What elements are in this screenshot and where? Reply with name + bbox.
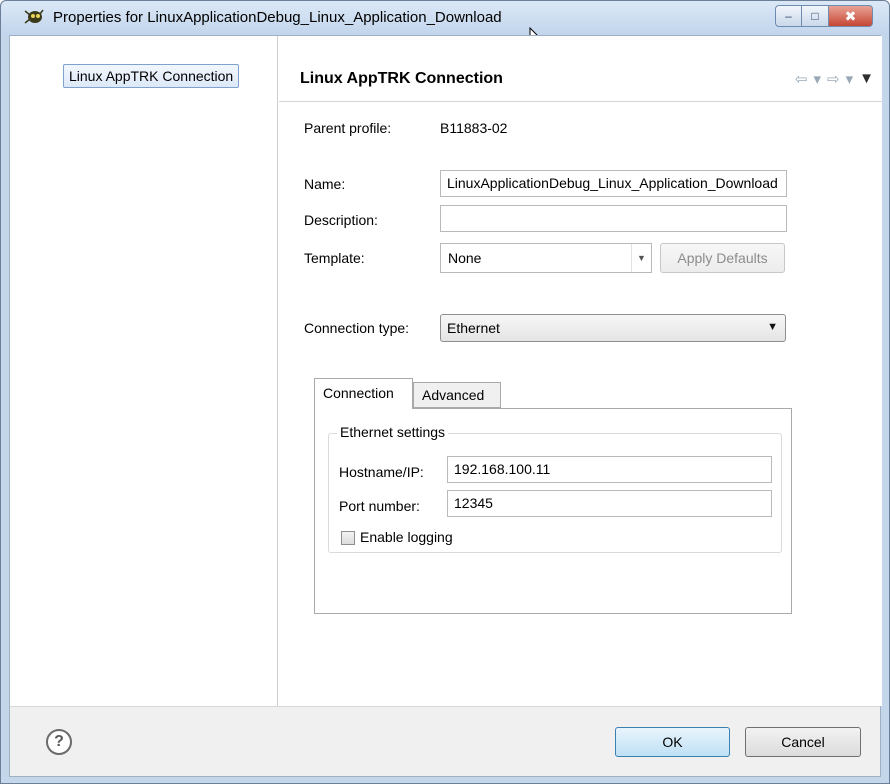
page-title: Linux AppTRK Connection — [300, 70, 503, 87]
nav-item-label: Linux AppTRK Connection — [69, 68, 234, 84]
property-page: Linux AppTRK Connection ⇦ ▾ ⇨ ▾ ▼ Parent… — [279, 36, 882, 706]
properties-dialog: Properties for LinuxApplicationDebug_Lin… — [0, 0, 890, 784]
button-bar: ? OK Cancel — [10, 706, 880, 776]
connection-type-select[interactable]: Ethernet ▼ — [440, 314, 786, 342]
history-controls: ⇦ ▾ ⇨ ▾ ▼ — [795, 70, 874, 88]
view-menu-icon[interactable]: ▼ — [859, 70, 874, 88]
ok-button[interactable]: OK — [615, 727, 730, 757]
page-header: Linux AppTRK Connection ⇦ ▾ ⇨ ▾ ▼ — [279, 56, 882, 102]
maximize-button[interactable]: □ — [802, 5, 829, 27]
description-input[interactable] — [440, 205, 787, 232]
connection-tab-panel: Ethernet settings Hostname/IP: 192.168.1… — [314, 408, 792, 614]
title-bar[interactable]: Properties for LinuxApplicationDebug_Lin… — [1, 1, 889, 48]
connection-type-label: Connection type: — [304, 320, 410, 336]
window-title: Properties for LinuxApplicationDebug_Lin… — [53, 9, 502, 26]
help-icon[interactable]: ? — [46, 729, 72, 755]
minimize-icon: – — [785, 9, 792, 23]
cancel-button[interactable]: Cancel — [745, 727, 861, 757]
maximize-icon: □ — [811, 9, 819, 23]
parent-profile-label: Parent profile: — [304, 120, 392, 136]
minimize-button[interactable]: – — [775, 5, 802, 27]
dialog-client-area: Linux AppTRK Connection Linux AppTRK Con… — [9, 35, 882, 777]
close-icon: ✖ — [844, 7, 857, 24]
forward-dropdown-icon[interactable]: ▾ — [846, 70, 854, 88]
app-icon — [24, 9, 44, 24]
navigation-tree: Linux AppTRK Connection — [10, 36, 278, 706]
template-label: Template: — [304, 250, 365, 266]
name-input[interactable]: LinuxApplicationDebug_Linux_Application_… — [440, 170, 787, 197]
caption-buttons: – □ ✖ — [775, 5, 873, 27]
port-label: Port number: — [339, 498, 420, 514]
enable-logging-checkbox[interactable] — [341, 531, 355, 545]
connection-type-value: Ethernet — [447, 320, 500, 336]
template-value: None — [448, 250, 482, 266]
ethernet-settings-group: Ethernet settings Hostname/IP: 192.168.1… — [328, 424, 782, 553]
close-button[interactable]: ✖ — [829, 5, 873, 27]
port-input[interactable]: 12345 — [447, 490, 772, 517]
enable-logging-label[interactable]: Enable logging — [360, 529, 453, 545]
template-combo[interactable]: None ▼ — [440, 243, 652, 273]
group-title: Ethernet settings — [337, 424, 449, 440]
back-dropdown-icon[interactable]: ▾ — [814, 70, 822, 88]
tab-advanced[interactable]: Advanced — [413, 382, 501, 408]
hostname-input[interactable]: 192.168.100.11 — [447, 456, 772, 483]
forward-arrow-icon[interactable]: ⇨ — [827, 70, 840, 88]
apply-defaults-button[interactable]: Apply Defaults — [660, 243, 785, 273]
chevron-down-icon[interactable]: ▼ — [631, 244, 651, 272]
hostname-label: Hostname/IP: — [339, 464, 424, 480]
chevron-down-icon: ▼ — [767, 321, 778, 333]
parent-profile-value: B11883-02 — [440, 120, 508, 136]
back-arrow-icon[interactable]: ⇦ — [795, 70, 808, 88]
nav-item-linux-apptrk-connection[interactable]: Linux AppTRK Connection — [63, 64, 240, 88]
tab-connection[interactable]: Connection — [314, 378, 413, 409]
name-label: Name: — [304, 176, 346, 192]
description-label: Description: — [304, 212, 378, 228]
